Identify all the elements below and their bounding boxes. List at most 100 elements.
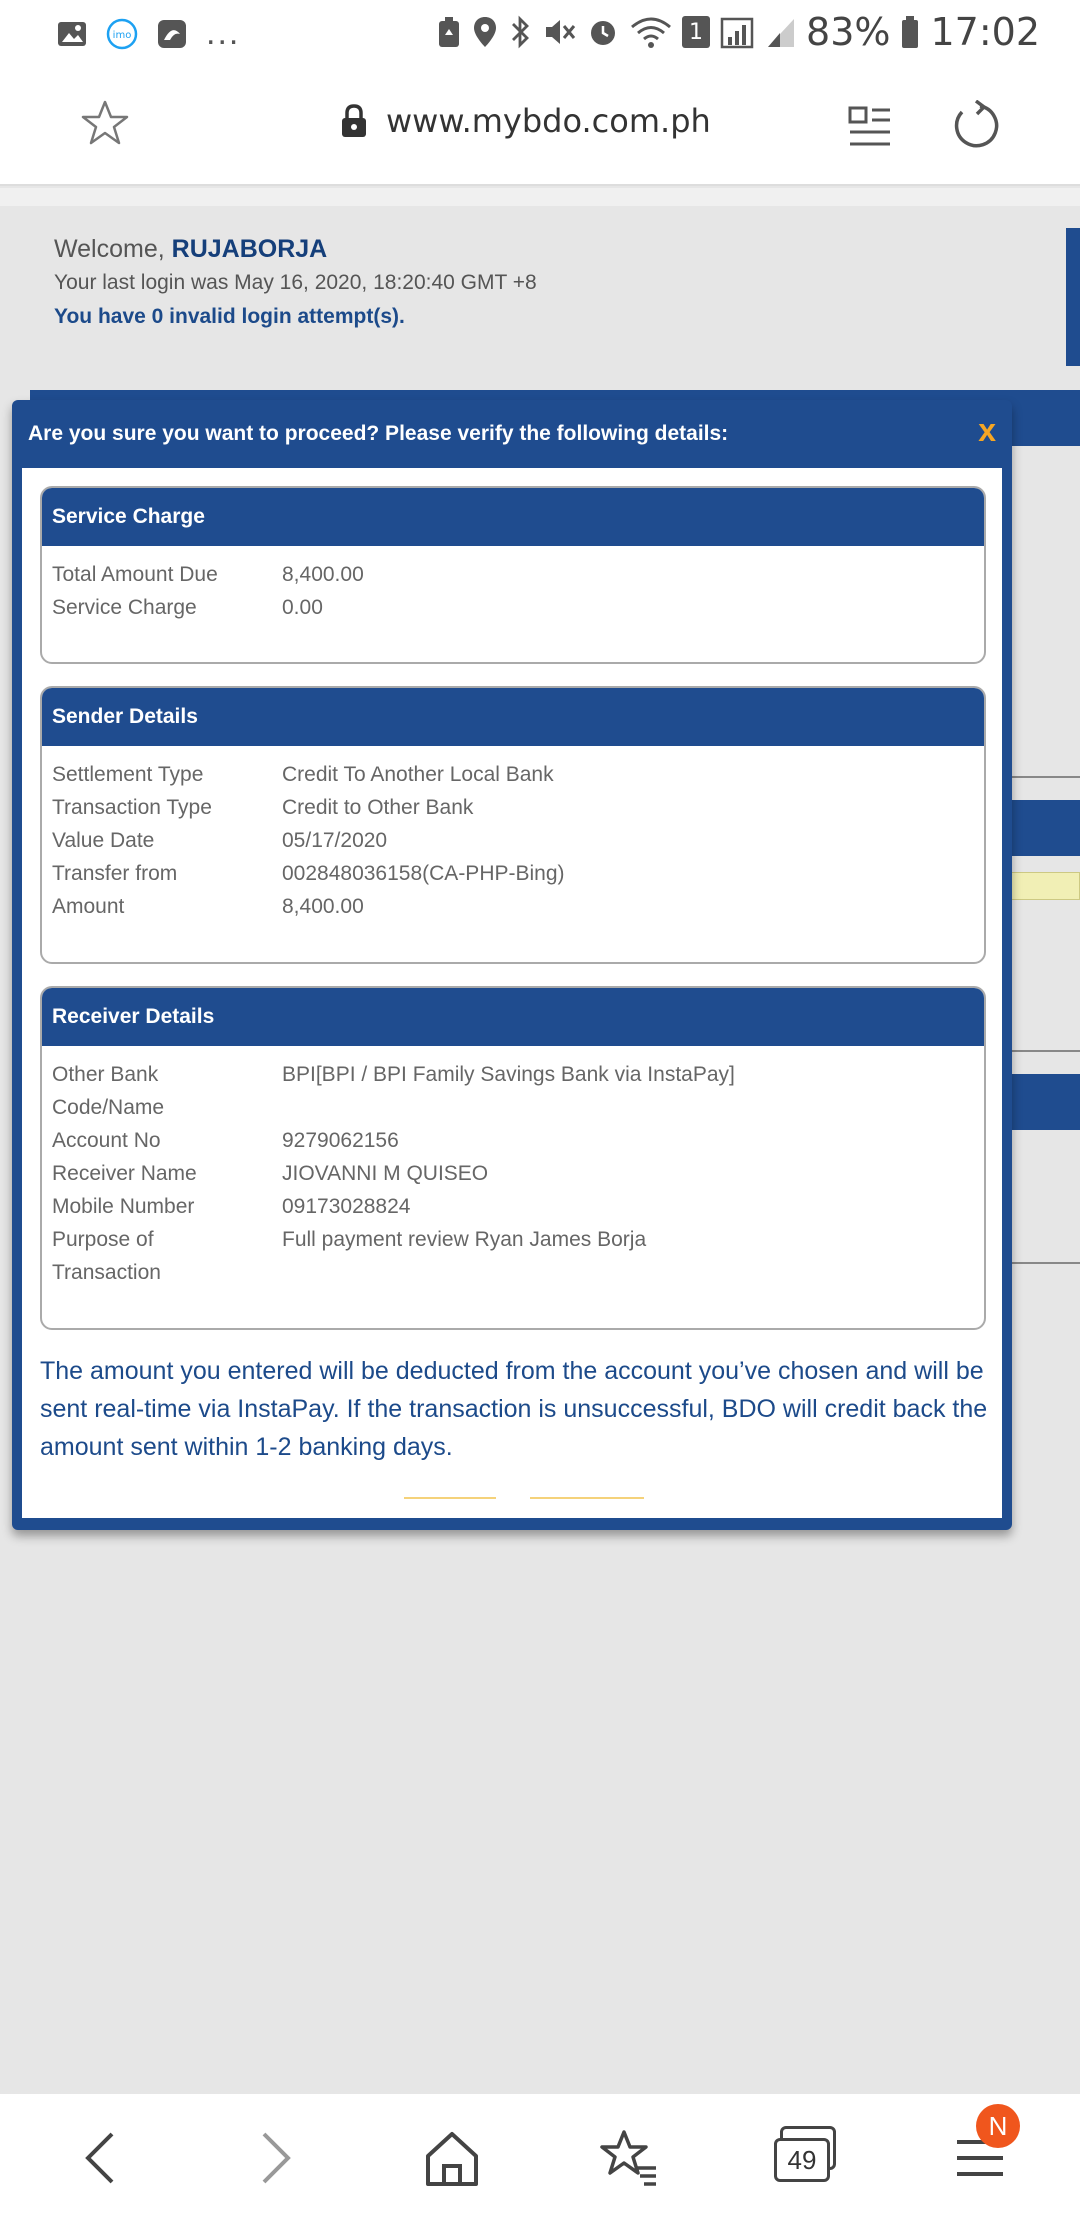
confirmation-dialog: Are you sure you want to proceed? Please… [12, 400, 1012, 1530]
detail-label: Other Bank Code/Name [52, 1063, 165, 1119]
detail-value: 09173028824 [282, 1195, 411, 1218]
chevron-right-icon [262, 2132, 291, 2184]
sender-details-panel: Sender Details Settlement Type Credit To … [40, 686, 986, 964]
back-button[interactable] [64, 2126, 136, 2190]
detail-row: Total Amount Due 8,400.00 [52, 558, 974, 591]
welcome-prefix: Welcome, [54, 235, 172, 263]
notification-badge: N [976, 2104, 1020, 2148]
bluetooth-icon [512, 15, 529, 49]
detail-value: Full payment review Ryan James Borja [282, 1228, 647, 1251]
side-tab[interactable] [1066, 228, 1080, 366]
receiver-details-panel: Receiver Details Other Bank Code/Name BPI… [40, 986, 986, 1330]
welcome-block: Welcome, RUJABORJA Your last login was M… [54, 232, 537, 334]
instapay-notice: The amount you entered will be deducted … [40, 1357, 988, 1461]
browser-bottom-bar: 49 N [0, 2094, 1080, 2220]
detail-value: JIOVANNI M QUISEO [282, 1162, 489, 1185]
bookmarks-star-icon [600, 2130, 656, 2186]
invalid-login-attempts: You have 0 invalid login attempt(s). [54, 305, 405, 328]
panel-heading: Service Charge [42, 488, 984, 546]
service-charge-panel: Service Charge Total Amount Due 8,400.00 … [40, 486, 986, 664]
home-button[interactable] [416, 2126, 488, 2190]
panel-heading: Receiver Details [42, 988, 984, 1046]
home-icon [426, 2132, 478, 2186]
gallery-icon [58, 21, 86, 46]
lock-icon [342, 104, 366, 137]
status-bar: imo ... 1 83% 17:02 [0, 0, 1080, 64]
reader-mode-icon[interactable] [848, 106, 892, 148]
reload-icon[interactable] [950, 100, 1000, 150]
detail-label: Mobile Number [52, 1195, 195, 1218]
detail-row: Transfer from 002848036158(CA-PHP-Bing) [52, 857, 974, 890]
detail-value: 05/17/2020 [282, 829, 388, 852]
background-highlight-row [1010, 872, 1080, 900]
detail-label: Service Charge [52, 596, 197, 619]
app-icon [158, 19, 186, 48]
close-button[interactable]: x [978, 412, 996, 449]
background-divider [1010, 1262, 1080, 1264]
detail-label: Account No [52, 1129, 161, 1152]
battery-icon [902, 16, 919, 48]
dialog-title: Are you sure you want to proceed? Please… [28, 422, 729, 445]
detail-label: Receiver Name [52, 1162, 197, 1185]
detail-row: Settlement Type Credit To Another Local B… [52, 758, 974, 791]
detail-value: 8,400.00 [282, 895, 364, 918]
mute-icon [546, 20, 576, 44]
detail-row: Value Date 05/17/2020 [52, 824, 974, 857]
more-notifications: ... [206, 14, 241, 52]
location-icon [474, 17, 497, 47]
detail-value: 002848036158(CA-PHP-Bing) [282, 862, 565, 885]
address-field[interactable]: www.mybdo.com.ph [340, 102, 711, 140]
detail-value: 8,400.00 [282, 563, 364, 586]
detail-row: Purpose of Transaction Full payment revie… [52, 1223, 974, 1289]
last-login: Your last login was May 16, 2020, 18:20:… [54, 271, 537, 294]
background-section-bar [1010, 1074, 1080, 1130]
detail-row: Transaction Type Credit to Other Bank [52, 791, 974, 824]
browser-url-bar: www.mybdo.com.ph [0, 64, 1080, 186]
clock: 17:02 [930, 10, 1040, 54]
battery-saver-icon [439, 17, 460, 47]
detail-row: Mobile Number 09173028824 [52, 1190, 974, 1223]
detail-row: Other Bank Code/Name BPI[BPI / BPI Family… [52, 1058, 974, 1124]
detail-value: 9279062156 [282, 1129, 399, 1152]
bookmarks-button[interactable] [592, 2126, 664, 2190]
detail-row: Receiver Name JIOVANNI M QUISEO [52, 1157, 974, 1190]
wifi-icon [631, 17, 671, 48]
forward-button[interactable] [240, 2126, 312, 2190]
detail-label: Purpose of Transaction [52, 1228, 161, 1284]
alarm-icon [591, 21, 616, 45]
imo-icon: imo [106, 18, 138, 49]
cancel-button[interactable] [530, 1497, 644, 1499]
detail-label: Transaction Type [52, 796, 212, 819]
detail-label: Value Date [52, 829, 155, 852]
battery-percent: 83% [806, 10, 891, 54]
detail-label: Settlement Type [52, 763, 204, 786]
url-text: www.mybdo.com.ph [386, 102, 711, 140]
detail-label: Transfer from [52, 862, 178, 885]
tabs-button[interactable]: 49 [768, 2126, 840, 2190]
chevron-left-icon [85, 2132, 114, 2184]
detail-row: Service Charge 0.00 [52, 591, 974, 624]
proceed-button[interactable] [404, 1497, 496, 1499]
panel-heading: Sender Details [42, 688, 984, 746]
username: RUJABORJA [171, 235, 328, 263]
dialog-body: Service Charge Total Amount Due 8,400.00 … [22, 468, 1002, 1518]
detail-row: Amount 8,400.00 [52, 890, 974, 923]
bookmark-star-icon[interactable] [80, 98, 130, 148]
sim-badge: 1 [682, 16, 711, 48]
svg-text:imo: imo [113, 30, 132, 41]
menu-button[interactable]: N [944, 2104, 1020, 2190]
detail-value: Credit To Another Local Bank [282, 763, 554, 786]
detail-value: Credit to Other Bank [282, 796, 474, 819]
detail-label: Total Amount Due [52, 563, 218, 586]
welcome-line: Welcome, RUJABORJA [54, 232, 537, 266]
signal-icon [720, 17, 754, 49]
detail-row: Account No 9279062156 [52, 1124, 974, 1157]
detail-label: Amount [52, 895, 125, 918]
background-divider [1010, 1050, 1080, 1052]
tab-count: 49 [774, 2138, 830, 2182]
background-divider [1010, 776, 1080, 778]
signal-2-icon [768, 19, 795, 47]
detail-value: 0.00 [282, 596, 323, 619]
detail-value: BPI[BPI / BPI Family Savings Bank via In… [282, 1063, 735, 1086]
background-section-bar [1010, 800, 1080, 856]
